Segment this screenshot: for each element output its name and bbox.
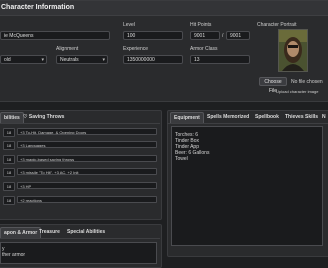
ability-score[interactable]: 18: [3, 168, 15, 177]
shield-icon: ♡: [23, 114, 28, 120]
tab-spells-memorized[interactable]: Spells Memorized: [204, 112, 252, 122]
ability-modifier[interactable]: +2 reactions: [17, 196, 157, 203]
equipment-tabs: Equipment Spells Memorized Spellbook Thi…: [167, 111, 328, 124]
character-portrait: [278, 29, 308, 72]
portrait-image-icon: [279, 30, 307, 71]
ability-score[interactable]: 18: [3, 141, 15, 150]
weapons-tabs: apon & Armor Treasure Special Abilities: [0, 226, 160, 239]
alignment-value: Neutrals: [60, 57, 79, 63]
level-field[interactable]: 100: [123, 31, 183, 40]
experience-label: Experience: [123, 46, 149, 52]
tab-weapon-armor[interactable]: apon & Armor: [0, 227, 42, 238]
ability-modifier[interactable]: +3 Languages: [17, 141, 157, 148]
tab-next[interactable]: N: [319, 112, 328, 122]
page-title: Character Information: [1, 4, 75, 11]
choose-file-button[interactable]: Choose File: [259, 77, 287, 94]
hp-max-field[interactable]: 9001: [226, 31, 250, 40]
hp-separator: /: [222, 33, 224, 39]
equipment-textarea[interactable]: Torches: 6 Tinder Box Tinder App Beer: 6…: [171, 126, 323, 246]
tab-spellbook[interactable]: Spellbook: [252, 112, 282, 122]
name-field[interactable]: ie McQueens: [0, 31, 110, 40]
tab-saving-throws-label: Saving Throws: [28, 114, 65, 120]
no-file-chosen-text: No file chosen: [291, 79, 323, 85]
ability-modifier[interactable]: +3 To-Hit, Damage, & Opening Doors: [17, 128, 157, 135]
tab-special-abilities[interactable]: Special Abilities: [64, 227, 108, 237]
armor-class-label: Armor Class: [190, 46, 218, 52]
list-item: Towel: [175, 156, 188, 162]
upload-image-label: Upload character image: [276, 89, 319, 94]
class-value: old: [4, 57, 11, 63]
alignment-select[interactable]: Neutrals ▾: [56, 55, 108, 64]
level-label: Level: [123, 22, 135, 28]
alignment-label: Alignment: [56, 46, 79, 52]
portrait-label: Character Portrait: [257, 22, 297, 28]
hp-current-field[interactable]: 9001: [190, 31, 220, 40]
class-select[interactable]: old ▾: [0, 55, 47, 64]
ability-modifier[interactable]: +3 HP: [17, 182, 157, 189]
tab-treasure[interactable]: Treasure: [36, 227, 63, 237]
tab-equipment[interactable]: Equipment: [170, 112, 204, 123]
armor-class-field[interactable]: 13: [190, 55, 250, 64]
ability-modifier[interactable]: +3 magic-based saving throws: [17, 155, 157, 162]
tab-thieves-skills[interactable]: Thieves Skills: [282, 112, 321, 122]
ability-score[interactable]: 18: [3, 196, 15, 205]
hit-points-label: Hit Points: [190, 22, 212, 28]
experience-field[interactable]: 1350000000: [123, 55, 183, 64]
ability-score[interactable]: 18: [3, 182, 15, 191]
ability-modifier[interactable]: +3 missile "To Hit", +3 AC, +2 Init: [17, 168, 157, 175]
abilities-tabs: bilities ♡ Saving Throws: [0, 111, 160, 124]
ability-score[interactable]: 18: [3, 155, 15, 164]
abilities-panel: [0, 110, 162, 220]
chevron-down-icon: ▾: [41, 57, 44, 63]
panel-header: Character Information: [0, 1, 328, 16]
list-item: ther armor: [2, 252, 26, 258]
ability-score[interactable]: 18: [3, 128, 15, 137]
chevron-down-icon: ▾: [102, 57, 105, 63]
weapons-textarea[interactable]: y ther armor: [0, 242, 157, 264]
tab-saving-throws[interactable]: ♡ Saving Throws: [20, 112, 67, 122]
